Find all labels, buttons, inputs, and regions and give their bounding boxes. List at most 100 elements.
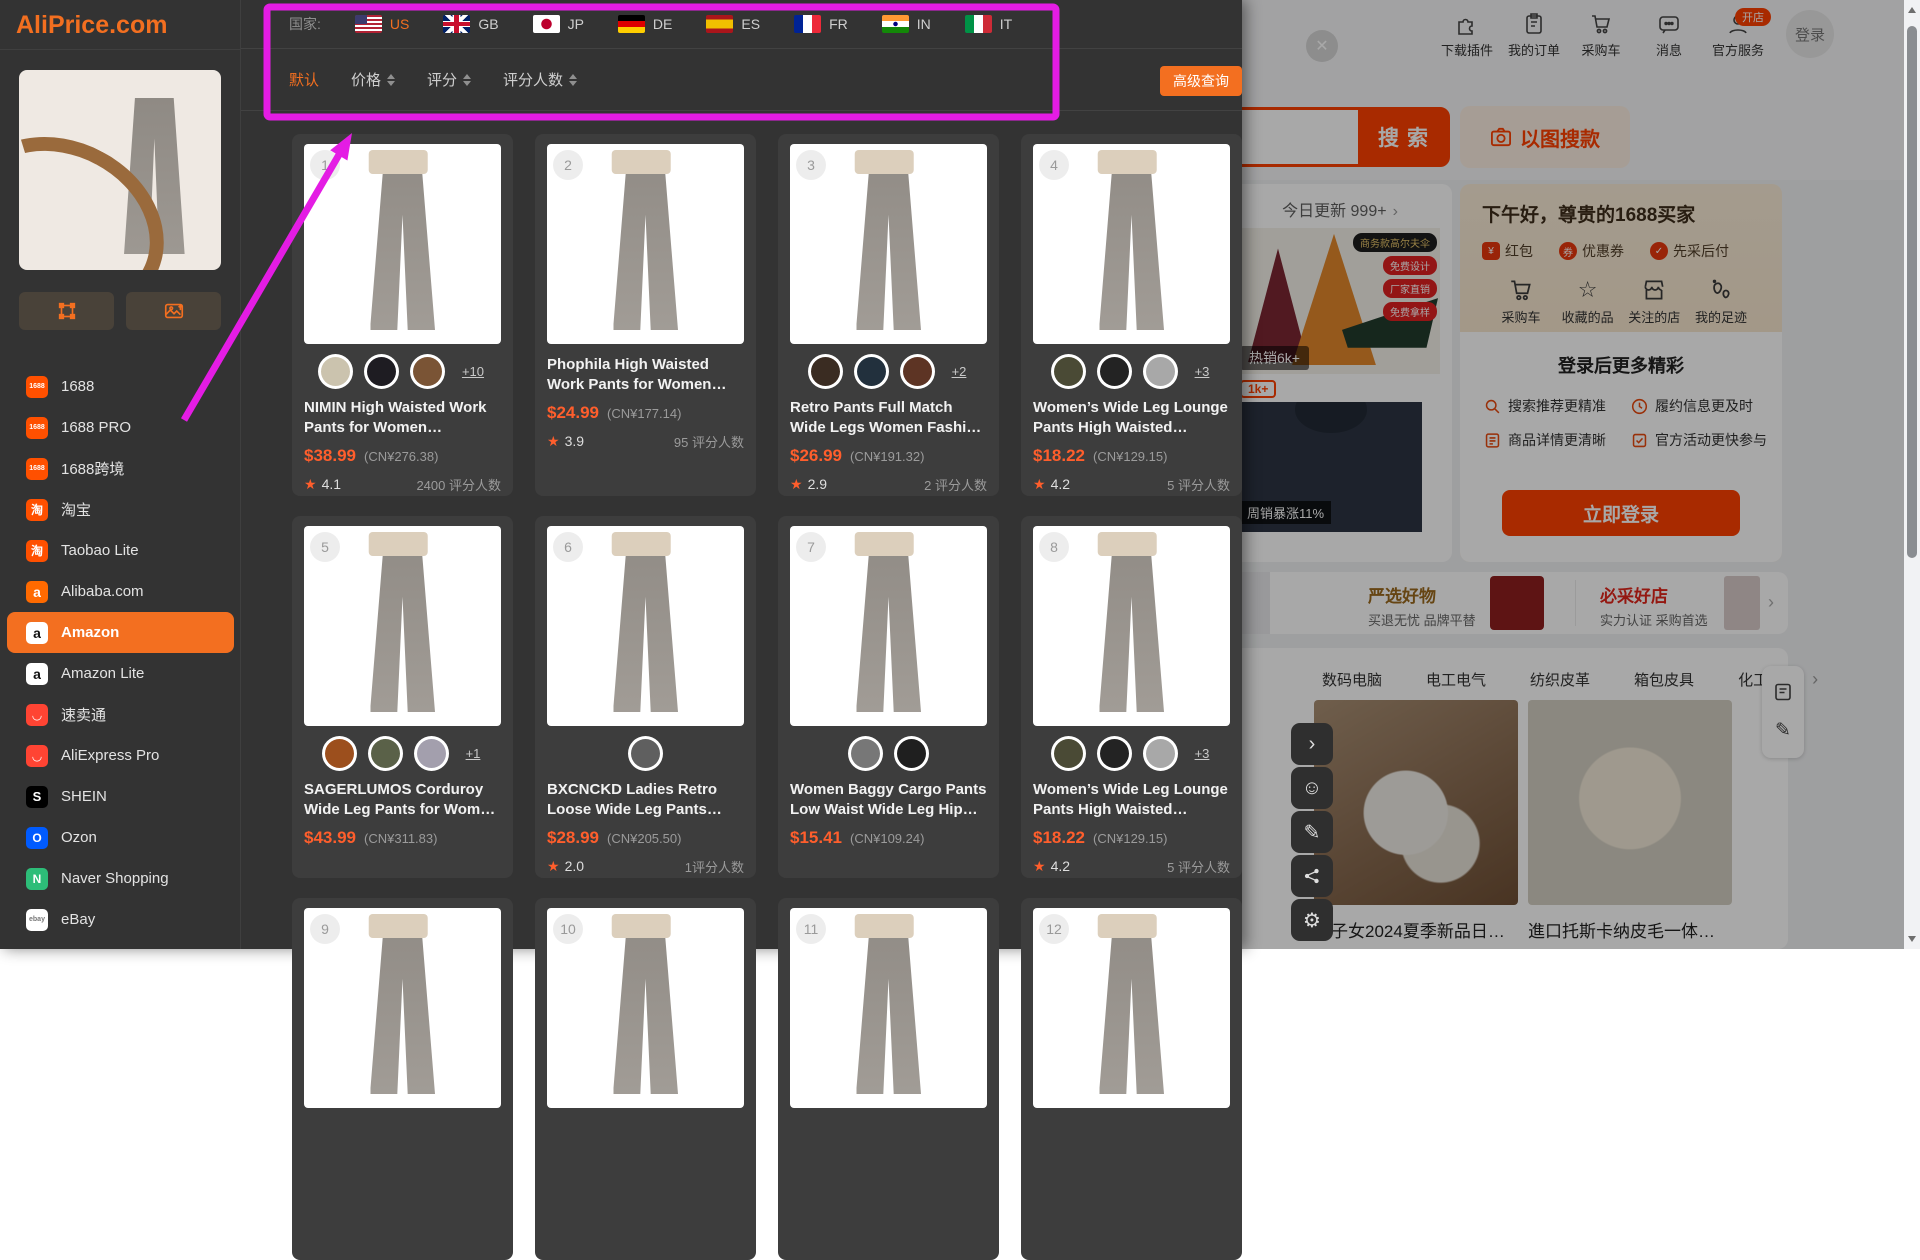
sort-option[interactable]: 评分: [427, 69, 471, 90]
color-swatch[interactable]: [321, 357, 350, 386]
color-swatch[interactable]: [413, 357, 442, 386]
product-image[interactable]: 2: [547, 144, 744, 344]
product-card-partial[interactable]: 10: [535, 898, 756, 1260]
product-card[interactable]: 1 +10 NIMIN High Waisted Work Pants for …: [292, 134, 513, 496]
product-image[interactable]: 12: [1033, 908, 1230, 1108]
product-image[interactable]: 6: [547, 526, 744, 726]
scrollbar-down-arrow[interactable]: [1908, 936, 1916, 942]
sidebar-marketplace-item[interactable]: 1688 1688 PRO: [0, 407, 241, 448]
color-swatch[interactable]: [417, 739, 446, 768]
country-option[interactable]: JP: [533, 15, 584, 33]
product-image[interactable]: 3: [790, 144, 987, 344]
product-card-partial[interactable]: 9: [292, 898, 513, 1260]
color-swatch[interactable]: [371, 739, 400, 768]
more-colors-link[interactable]: +2: [952, 364, 967, 379]
page-scrollbar[interactable]: [1904, 0, 1920, 949]
product-card-partial[interactable]: 12: [1021, 898, 1242, 1260]
country-option[interactable]: ES: [706, 15, 760, 33]
product-image[interactable]: 10: [547, 908, 744, 1108]
sidebar-marketplace-item[interactable]: 1688 1688: [0, 366, 241, 407]
product-card[interactable]: 4 +3 Women’s Wide Leg Lounge Pants High …: [1021, 134, 1242, 496]
country-option[interactable]: FR: [794, 15, 848, 33]
share-icon[interactable]: [1291, 855, 1333, 897]
product-title[interactable]: Women Baggy Cargo Pants Low Waist Wide L…: [790, 780, 987, 821]
sidebar-marketplace-item[interactable]: 淘 Taobao Lite: [0, 530, 241, 571]
product-review-count: 95 评分人数: [674, 432, 744, 451]
color-swatch[interactable]: [811, 357, 840, 386]
country-option[interactable]: IN: [882, 15, 931, 33]
country-option[interactable]: GB: [443, 15, 498, 33]
product-title[interactable]: SAGERLUMOS Corduroy Wide Leg Pants for W…: [304, 780, 501, 821]
product-card[interactable]: 3 +2 Retro Pants Full Match Wide Legs Wo…: [778, 134, 999, 496]
product-card[interactable]: 8 +3 Women’s Wide Leg Lounge Pants High …: [1021, 516, 1242, 878]
product-title[interactable]: Women’s Wide Leg Lounge Pants High Waist…: [1033, 398, 1230, 439]
sidebar-marketplace-item[interactable]: 1688 1688跨境: [0, 448, 241, 489]
scrollbar-thumb[interactable]: [1907, 26, 1917, 558]
color-swatch[interactable]: [851, 739, 880, 768]
product-card[interactable]: 6 BXCNCKD Ladies Retro Loose Wide Leg Pa…: [535, 516, 756, 878]
color-swatch[interactable]: [1100, 739, 1129, 768]
color-swatch[interactable]: [1100, 357, 1129, 386]
product-image[interactable]: 5: [304, 526, 501, 726]
sidebar-marketplace-item[interactable]: ebay eBay: [0, 899, 241, 940]
scrollbar-up-arrow[interactable]: [1908, 7, 1916, 13]
product-image[interactable]: 4: [1033, 144, 1230, 344]
color-swatch[interactable]: [897, 739, 926, 768]
marketplace-icon: 1688: [26, 417, 48, 439]
more-colors-link[interactable]: +3: [1195, 364, 1210, 379]
sidebar-marketplace-item[interactable]: ◡ AliExpress Pro: [0, 735, 241, 776]
collapse-chevron-icon[interactable]: ›: [1291, 723, 1333, 765]
feedback-pencil-icon[interactable]: ✎: [1291, 811, 1333, 853]
sidebar-marketplace-item[interactable]: N Naver Shopping: [0, 858, 241, 899]
sidebar-marketplace-item[interactable]: a Amazon: [7, 612, 234, 653]
sidebar-marketplace-item[interactable]: a Amazon Lite: [0, 653, 241, 694]
sidebar-marketplace-item[interactable]: ◡ 速卖通: [0, 694, 241, 735]
upload-image-button[interactable]: [126, 292, 221, 330]
product-title[interactable]: Retro Pants Full Match Wide Legs Women F…: [790, 398, 987, 439]
sidebar-marketplace-item[interactable]: S SHEIN: [0, 776, 241, 817]
country-option[interactable]: DE: [618, 15, 672, 33]
product-image[interactable]: 7: [790, 526, 987, 726]
product-image[interactable]: 11: [790, 908, 987, 1108]
product-card-partial[interactable]: 11: [778, 898, 999, 1260]
color-swatch[interactable]: [631, 739, 660, 768]
country-option[interactable]: IT: [965, 15, 1012, 33]
product-title[interactable]: Phophila High Waisted Work Pants for Wom…: [547, 355, 744, 396]
sort-option[interactable]: 默认: [289, 69, 319, 90]
result-number-badge: 5: [310, 532, 340, 562]
sort-option[interactable]: 价格: [351, 69, 395, 90]
product-price-cny: (CN¥276.38): [364, 449, 438, 464]
color-swatch[interactable]: [857, 357, 886, 386]
query-image-thumbnail: [19, 70, 221, 270]
product-card[interactable]: 2 Phophila High Waisted Work Pants for W…: [535, 134, 756, 496]
marketplace-icon: a: [26, 581, 48, 603]
product-card[interactable]: 5 +1 SAGERLUMOS Corduroy Wide Leg Pants …: [292, 516, 513, 878]
color-swatch[interactable]: [903, 357, 932, 386]
support-smiley-icon[interactable]: ☺: [1291, 767, 1333, 809]
sidebar-marketplace-item[interactable]: 淘 淘宝: [0, 489, 241, 530]
sidebar-marketplace-item[interactable]: a Alibaba.com: [0, 571, 241, 612]
settings-gear-icon[interactable]: ⚙: [1291, 899, 1333, 941]
product-title[interactable]: BXCNCKD Ladies Retro Loose Wide Leg Pant…: [547, 780, 744, 821]
color-swatch[interactable]: [1054, 357, 1083, 386]
product-title[interactable]: Women’s Wide Leg Lounge Pants High Waist…: [1033, 780, 1230, 821]
sidebar-marketplace-item[interactable]: O Ozon: [0, 817, 241, 858]
color-swatch[interactable]: [1146, 739, 1175, 768]
color-swatch[interactable]: [1054, 739, 1083, 768]
product-card[interactable]: 7 Women Baggy Cargo Pants Low Waist Wide…: [778, 516, 999, 878]
more-colors-link[interactable]: +3: [1195, 746, 1210, 761]
sort-option[interactable]: 评分人数: [503, 69, 577, 90]
product-image[interactable]: 8: [1033, 526, 1230, 726]
more-colors-link[interactable]: +10: [462, 364, 484, 379]
product-title[interactable]: NIMIN High Waisted Work Pants for Women …: [304, 398, 501, 439]
product-image[interactable]: 1: [304, 144, 501, 344]
color-swatch[interactable]: [325, 739, 354, 768]
advanced-search-button[interactable]: 高级查询: [1160, 66, 1242, 96]
crop-region-button[interactable]: [19, 292, 114, 330]
country-option[interactable]: US: [355, 15, 409, 33]
more-colors-link[interactable]: +1: [466, 746, 481, 761]
color-swatch[interactable]: [1146, 357, 1175, 386]
product-image[interactable]: 9: [304, 908, 501, 1108]
star-icon: ★: [547, 433, 560, 450]
color-swatch[interactable]: [367, 357, 396, 386]
